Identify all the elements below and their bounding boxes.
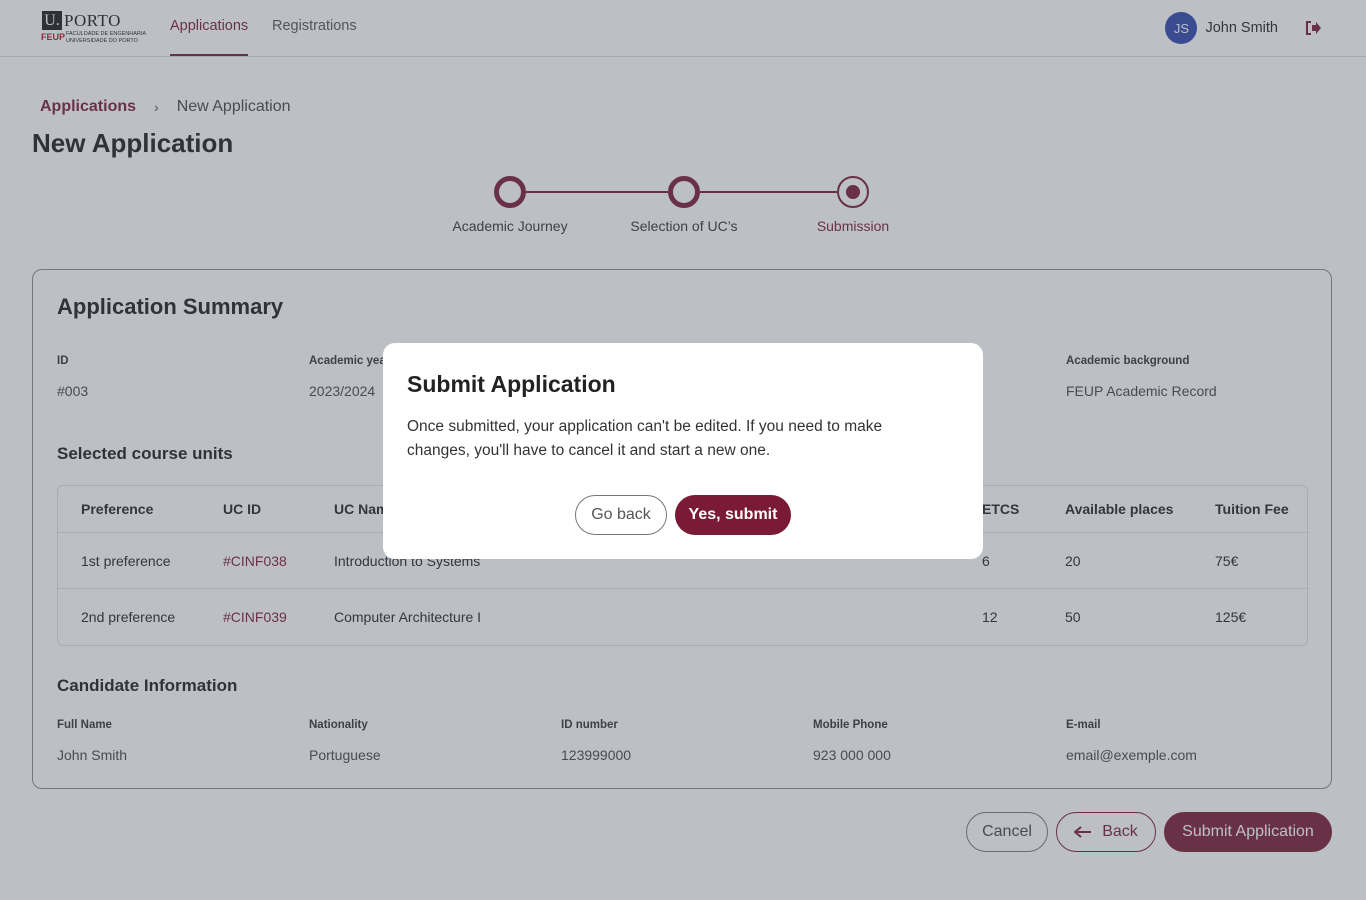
dialog-message: Once submitted, your application can't b… — [407, 418, 883, 459]
go-back-button[interactable]: Go back — [575, 495, 667, 535]
dialog-title: Submit Application — [407, 371, 616, 397]
confirm-submit-button[interactable]: Yes, submit — [675, 495, 791, 535]
submit-confirmation-dialog: Submit Application Once submitted, your … — [383, 343, 983, 559]
